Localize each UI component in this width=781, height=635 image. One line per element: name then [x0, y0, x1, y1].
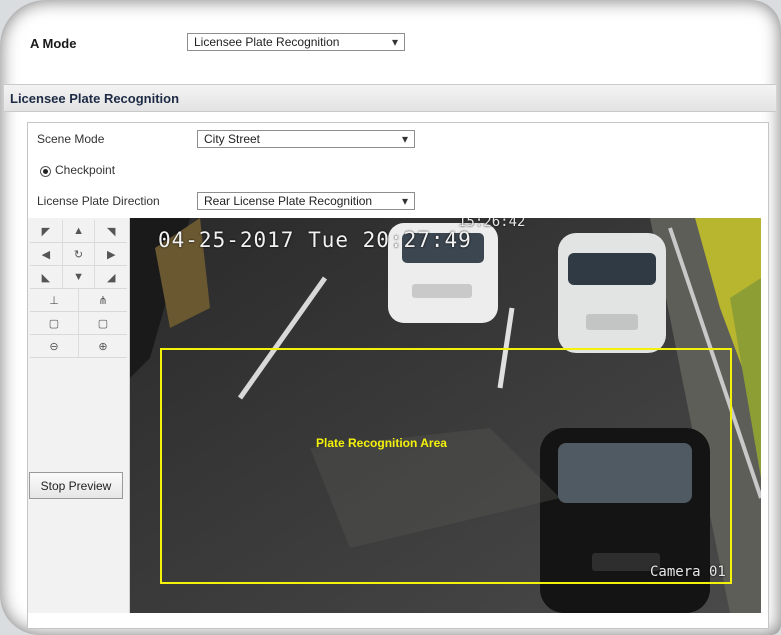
- scene-mode-select[interactable]: City Street ▾: [197, 130, 415, 148]
- ptz-row: ▢ ▢: [30, 312, 127, 335]
- iris-close-icon[interactable]: ▢: [30, 312, 79, 334]
- stop-preview-button[interactable]: Stop Preview: [29, 472, 123, 499]
- camera-scene: [130, 218, 761, 613]
- black-car: [540, 428, 710, 613]
- window-frame: A Mode Licensee Plate Recognition ▾ Lice…: [0, 0, 781, 635]
- ptz-control-panel: ◤ ▲ ◥ ◀ ↻ ▶ ◣ ▼ ◢ ⊥ ⋔ ▢ ▢ ⊖ ⊕: [28, 218, 130, 613]
- chevron-down-icon: ▾: [401, 194, 408, 208]
- mode-row: A Mode: [30, 33, 190, 53]
- iris-open-icon[interactable]: ▢: [79, 312, 127, 334]
- ptz-row: ◀ ↻ ▶: [30, 243, 127, 266]
- right-icon[interactable]: ▶: [95, 243, 127, 265]
- checkpoint-radio[interactable]: [40, 166, 51, 177]
- up-right-icon[interactable]: ◥: [95, 220, 127, 242]
- plate-recognition-area-label: Plate Recognition Area: [316, 436, 447, 450]
- video-preview[interactable]: 15:26:42 04-25-2017 Tue 20:27:49 Plate R…: [130, 218, 761, 613]
- mode-label: A Mode: [30, 35, 77, 51]
- direction-label: License Plate Direction: [37, 194, 160, 208]
- ptz-row: ⊥ ⋔: [30, 289, 127, 312]
- auto-rotate-icon[interactable]: ↻: [63, 243, 96, 265]
- up-icon[interactable]: ▲: [63, 220, 96, 242]
- ptz-row: ◤ ▲ ◥: [30, 220, 127, 243]
- ptz-row: ⊖ ⊕: [30, 335, 127, 358]
- down-right-icon[interactable]: ◢: [95, 266, 127, 288]
- scene-mode-value: City Street: [204, 132, 261, 146]
- down-left-icon[interactable]: ◣: [30, 266, 63, 288]
- chevron-down-icon: ▾: [391, 35, 398, 49]
- white-car-right: [558, 233, 666, 353]
- ptz-button-grid: ◤ ▲ ◥ ◀ ↻ ▶ ◣ ▼ ◢ ⊥ ⋔ ▢ ▢ ⊖ ⊕: [30, 220, 127, 358]
- direction-value: Rear License Plate Recognition: [204, 194, 373, 208]
- osd-camera-name: Camera 01: [650, 564, 726, 580]
- osd-datetime: 04-25-2017 Tue 20:27:49: [158, 228, 472, 252]
- zoom-in-icon[interactable]: ⊕: [79, 335, 127, 357]
- section-title: Licensee Plate Recognition: [10, 90, 180, 106]
- focus-far-icon[interactable]: ⋔: [79, 289, 127, 311]
- checkpoint-label: Checkpoint: [55, 163, 116, 177]
- focus-near-icon[interactable]: ⊥: [30, 289, 79, 311]
- down-icon[interactable]: ▼: [63, 266, 96, 288]
- up-left-icon[interactable]: ◤: [30, 220, 63, 242]
- left-icon[interactable]: ◀: [30, 243, 63, 265]
- chevron-down-icon: ▾: [401, 132, 408, 146]
- ptz-row: ◣ ▼ ◢: [30, 266, 127, 289]
- mode-select-value: Licensee Plate Recognition: [194, 35, 340, 49]
- mode-select[interactable]: Licensee Plate Recognition ▾: [187, 33, 405, 51]
- direction-select[interactable]: Rear License Plate Recognition ▾: [197, 192, 415, 210]
- section-header: Licensee Plate Recognition: [4, 84, 776, 112]
- zoom-out-icon[interactable]: ⊖: [30, 335, 79, 357]
- scene-mode-label: Scene Mode: [37, 132, 105, 146]
